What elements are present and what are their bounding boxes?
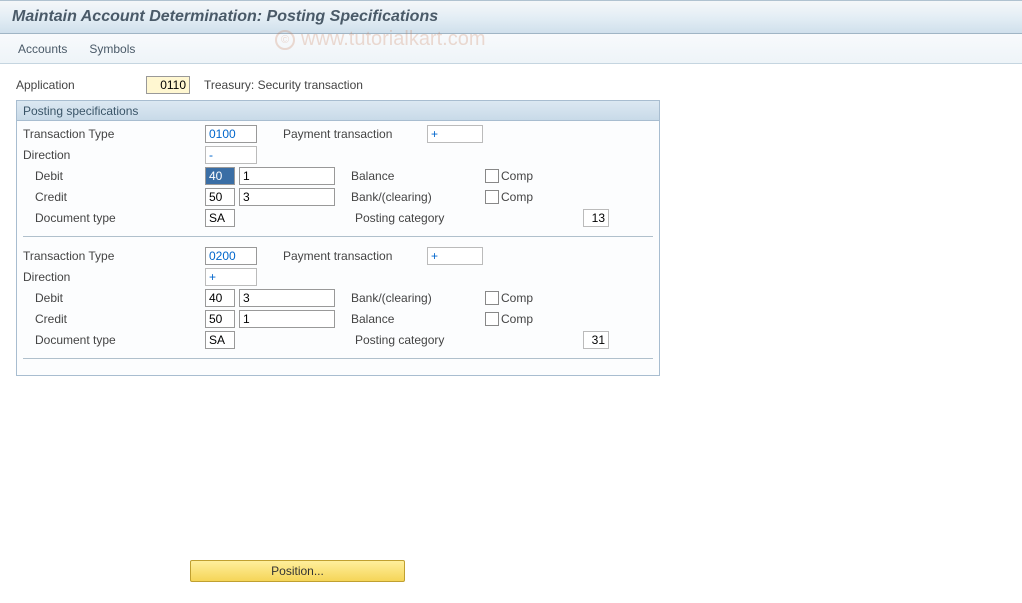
separator — [23, 236, 653, 237]
b1-credit-key[interactable] — [205, 188, 235, 206]
group-header: Posting specifications — [17, 101, 659, 121]
b2-credit-comp-checkbox[interactable] — [485, 312, 499, 326]
b1-dir-row: Direction — [23, 144, 653, 165]
group-body: Transaction Type Payment transaction Dir… — [17, 121, 659, 375]
posting-spec-group: Posting specifications Transaction Type … — [16, 100, 660, 376]
b2-debit-desc: Bank/(clearing) — [345, 291, 485, 305]
group-title: Posting specifications — [23, 104, 138, 118]
b2-dir-label: Direction — [23, 270, 205, 284]
b1-trans-label: Transaction Type — [23, 127, 205, 141]
b2-credit-acc[interactable] — [239, 310, 335, 328]
b1-trans-row: Transaction Type Payment transaction — [23, 123, 653, 144]
b2-trans-label: Transaction Type — [23, 249, 205, 263]
b2-paytrans-input[interactable] — [427, 247, 483, 265]
application-desc: Treasury: Security transaction — [204, 78, 363, 92]
b1-doctype-label: Document type — [23, 211, 205, 225]
menu-bar: Accounts Symbols — [0, 34, 1022, 64]
application-label: Application — [16, 78, 146, 92]
b2-doctype-input[interactable] — [205, 331, 235, 349]
b1-dir-input[interactable] — [205, 146, 257, 164]
b2-doctype-row: Document type Posting category — [23, 329, 653, 350]
b2-debit-comp-checkbox[interactable] — [485, 291, 499, 305]
b1-doctype-row: Document type Posting category — [23, 207, 653, 228]
b2-postcat-input[interactable] — [583, 331, 609, 349]
app-window: Maintain Account Determination: Posting … — [0, 0, 1022, 603]
b1-debit-label: Debit — [23, 169, 205, 183]
content-area: Application Treasury: Security transacti… — [0, 64, 1022, 603]
title-bar: Maintain Account Determination: Posting … — [0, 0, 1022, 34]
b1-credit-comp-label: Comp — [501, 190, 533, 204]
b1-postcat-input[interactable] — [583, 209, 609, 227]
b1-doctype-input[interactable] — [205, 209, 235, 227]
b2-debit-label: Debit — [23, 291, 205, 305]
b1-trans-input[interactable] — [205, 125, 257, 143]
b2-credit-desc: Balance — [345, 312, 485, 326]
b2-trans-input[interactable] — [205, 247, 257, 265]
b1-credit-comp-checkbox[interactable] — [485, 190, 499, 204]
b1-paytrans-label: Payment transaction — [283, 127, 427, 141]
b2-credit-label: Credit — [23, 312, 205, 326]
b2-dir-input[interactable] — [205, 268, 257, 286]
b2-dir-row: Direction — [23, 266, 653, 287]
b2-trans-row: Transaction Type Payment transaction — [23, 245, 653, 266]
b1-debit-row: Debit Balance Comp — [23, 165, 653, 186]
b1-credit-label: Credit — [23, 190, 205, 204]
b1-debit-comp-checkbox[interactable] — [485, 169, 499, 183]
position-button-label: Position... — [271, 564, 324, 578]
b1-paytrans-input[interactable] — [427, 125, 483, 143]
application-row: Application Treasury: Security transacti… — [16, 74, 1006, 96]
b1-postcat-label: Posting category — [349, 211, 489, 225]
menu-symbols[interactable]: Symbols — [89, 42, 135, 56]
b1-debit-comp-label: Comp — [501, 169, 533, 183]
b1-credit-row: Credit Bank/(clearing) Comp — [23, 186, 653, 207]
b2-debit-comp-label: Comp — [501, 291, 533, 305]
b1-debit-acc[interactable] — [239, 167, 335, 185]
b1-credit-acc[interactable] — [239, 188, 335, 206]
separator-2 — [23, 358, 653, 359]
b2-credit-comp-label: Comp — [501, 312, 533, 326]
position-button[interactable]: Position... — [190, 560, 405, 582]
b1-debit-key[interactable] — [205, 167, 235, 185]
b2-debit-row: Debit Bank/(clearing) Comp — [23, 287, 653, 308]
b2-paytrans-label: Payment transaction — [283, 249, 427, 263]
page-title: Maintain Account Determination: Posting … — [12, 8, 438, 26]
application-input[interactable] — [146, 76, 190, 94]
b2-credit-row: Credit Balance Comp — [23, 308, 653, 329]
b2-doctype-label: Document type — [23, 333, 205, 347]
b1-credit-desc: Bank/(clearing) — [345, 190, 485, 204]
b2-postcat-label: Posting category — [349, 333, 489, 347]
menu-accounts[interactable]: Accounts — [18, 42, 67, 56]
b2-credit-key[interactable] — [205, 310, 235, 328]
b2-debit-key[interactable] — [205, 289, 235, 307]
b1-dir-label: Direction — [23, 148, 205, 162]
b1-debit-desc: Balance — [345, 169, 485, 183]
b2-debit-acc[interactable] — [239, 289, 335, 307]
